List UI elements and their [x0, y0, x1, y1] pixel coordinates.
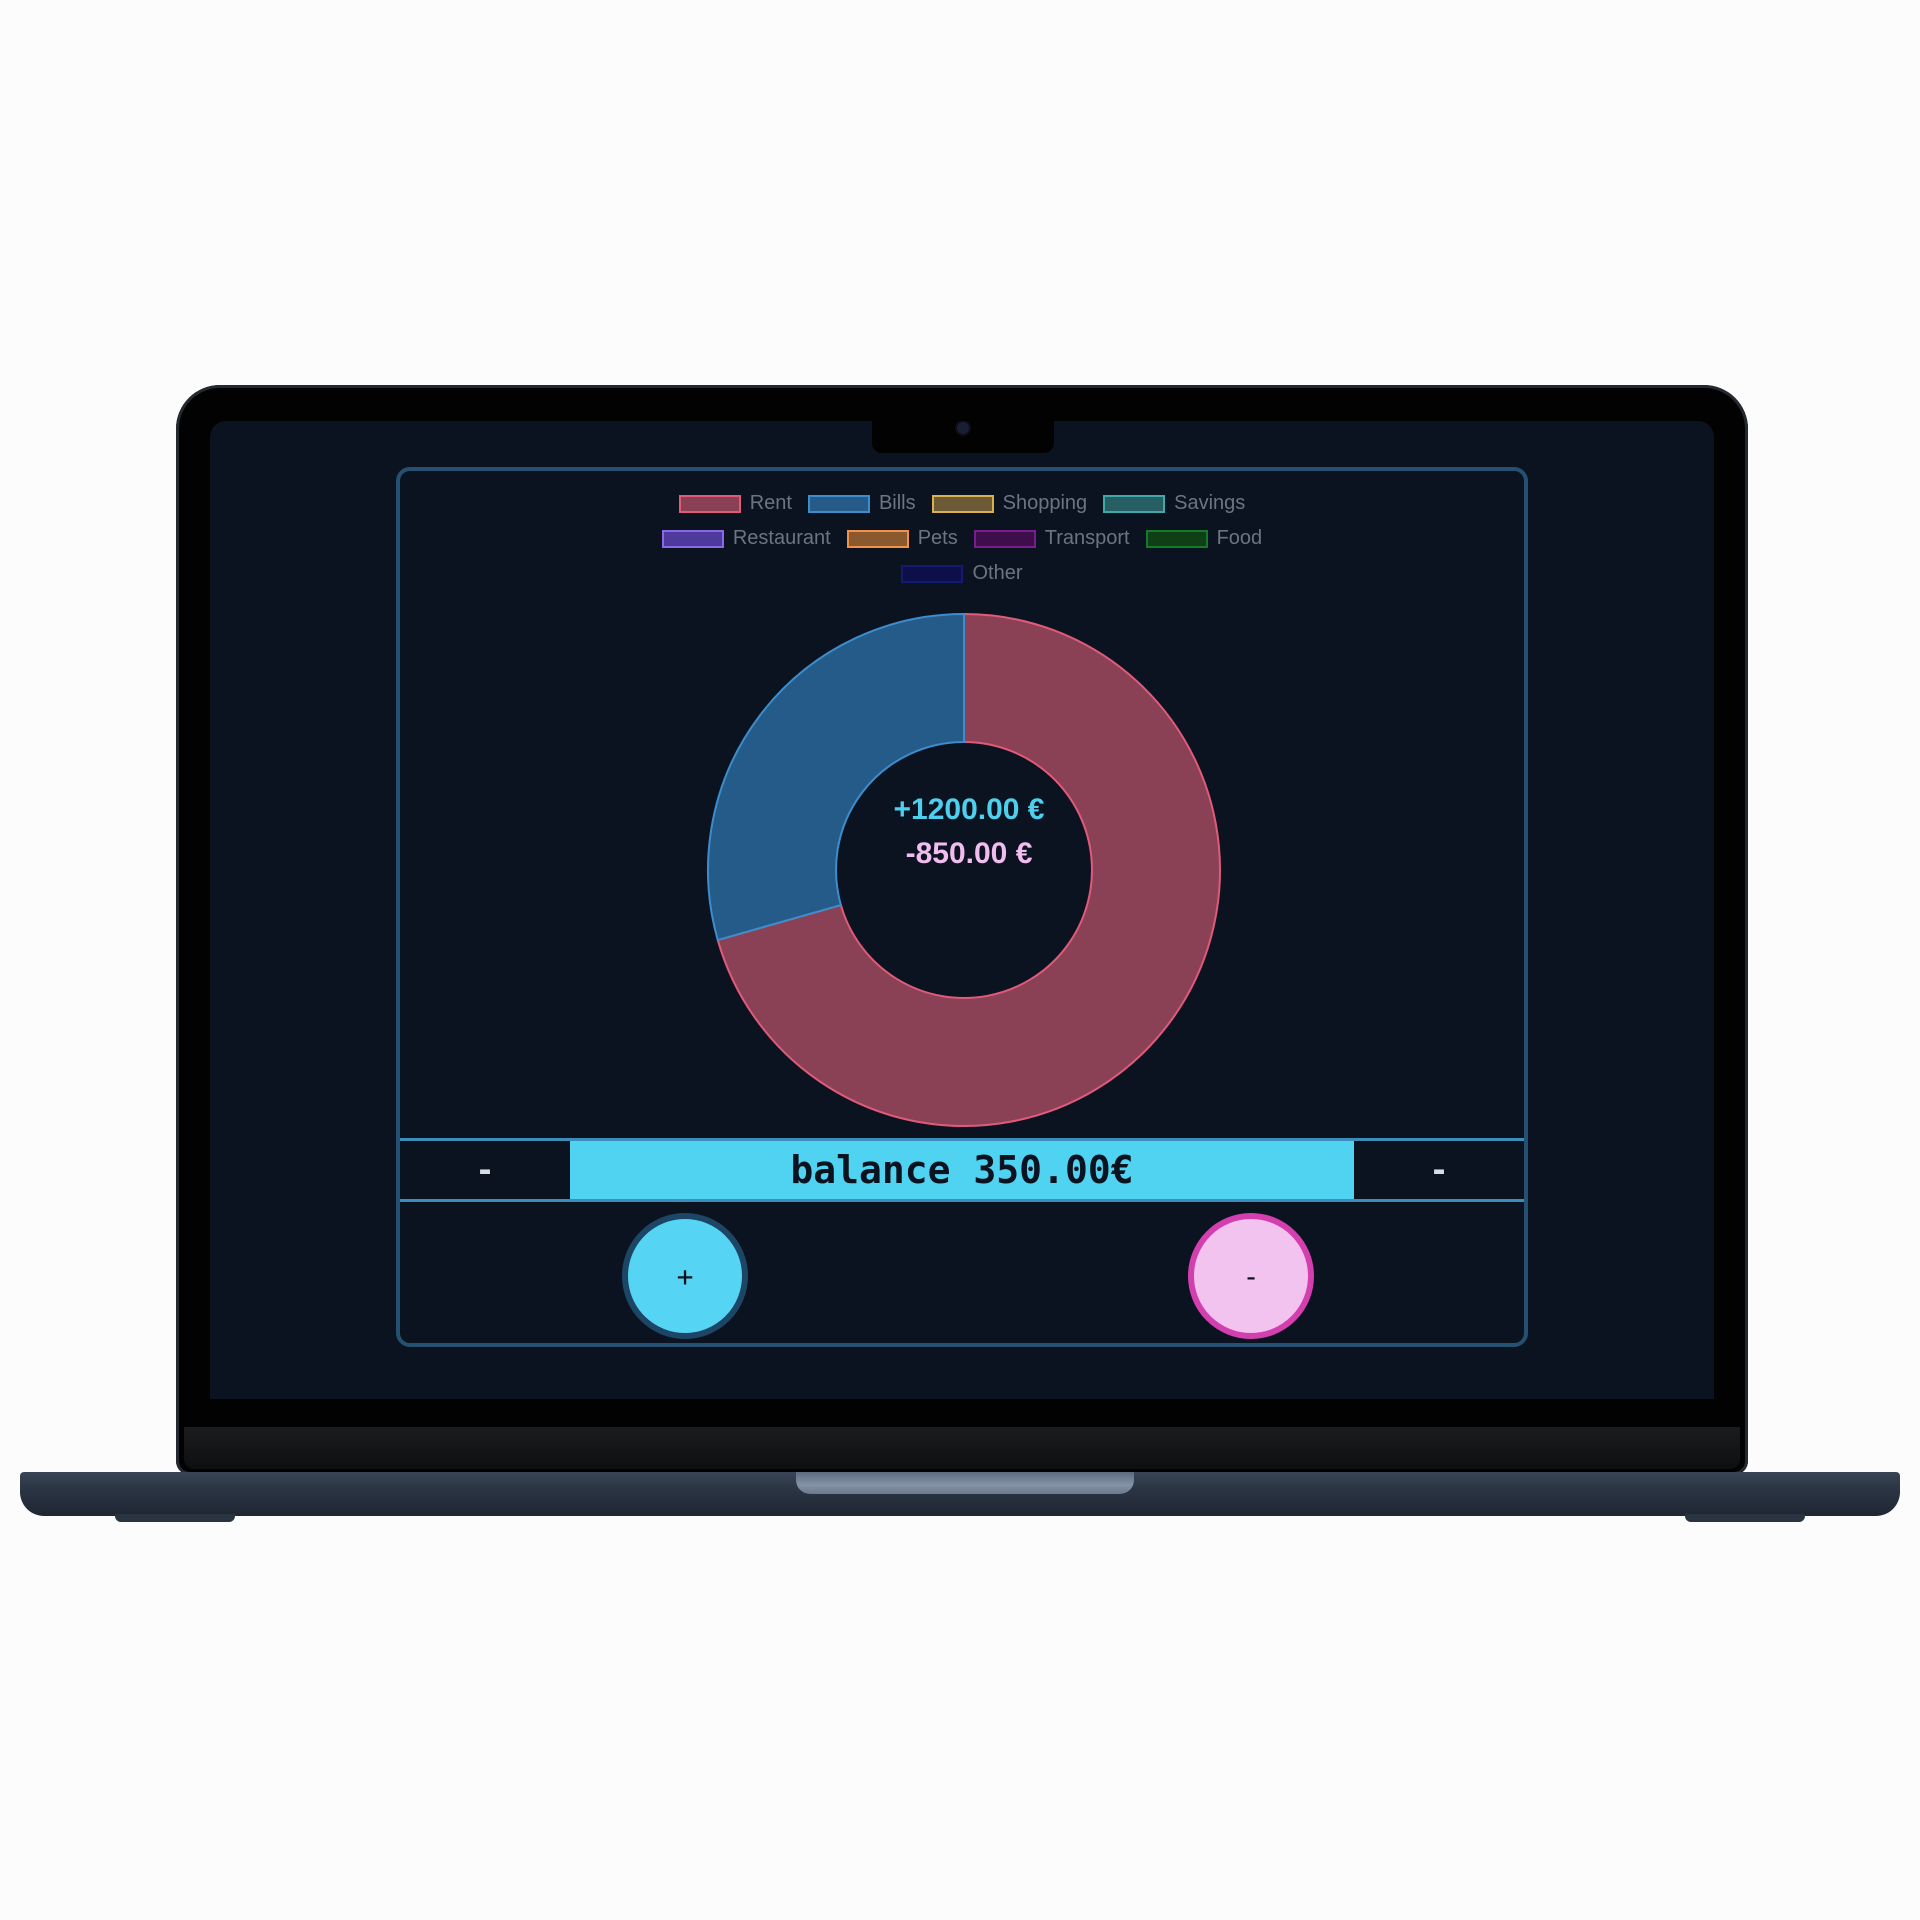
legend-label: Pets — [917, 527, 958, 549]
laptop-base — [20, 1472, 1900, 1516]
legend-item-savings[interactable]: Savings — [1103, 492, 1245, 515]
legend-swatch — [678, 494, 741, 513]
legend-swatch — [661, 529, 724, 548]
next-button[interactable]: - — [1354, 1141, 1524, 1199]
legend-label: Shopping — [1002, 492, 1088, 514]
laptop-foot — [1685, 1514, 1805, 1522]
donut-slice-bills[interactable] — [707, 612, 965, 942]
income-total: +1200.00 € — [893, 793, 1045, 826]
opening-groove — [796, 1472, 1134, 1494]
legend-item-transport[interactable]: Transport — [973, 527, 1130, 550]
laptop-lid: Rent Bills Shopping Savings Restaurant P… — [176, 385, 1748, 1475]
legend-item-food[interactable]: Food — [1145, 527, 1263, 550]
camera-icon — [957, 422, 969, 434]
legend-item-pets[interactable]: Pets — [846, 527, 958, 550]
screen: Rent Bills Shopping Savings Restaurant P… — [210, 421, 1714, 1399]
legend-item-shopping[interactable]: Shopping — [931, 492, 1088, 515]
add-expense-button[interactable]: - — [1188, 1213, 1314, 1339]
balance-display: balance 350.00€ — [570, 1141, 1354, 1199]
chart-legend: Rent Bills Shopping Savings Restaurant P… — [400, 491, 1524, 586]
legend-item-bills[interactable]: Bills — [807, 492, 916, 515]
legend-label: Other — [972, 562, 1023, 584]
legend-swatch — [1103, 494, 1166, 513]
legend-item-rent[interactable]: Rent — [678, 492, 792, 515]
legend-label: Rent — [749, 492, 792, 514]
legend-swatch — [807, 494, 870, 513]
legend-swatch — [1145, 529, 1208, 548]
legend-label: Savings — [1174, 492, 1246, 514]
legend-label: Bills — [878, 492, 916, 514]
legend-label: Food — [1216, 527, 1263, 549]
donut-summary: +1200.00 € -850.00 € — [810, 788, 1128, 876]
legend-label: Transport — [1044, 527, 1130, 549]
legend-swatch — [931, 494, 994, 513]
laptop-foot — [115, 1514, 235, 1522]
legend-label: Restaurant — [732, 527, 831, 549]
legend-item-other[interactable]: Other — [901, 562, 1023, 585]
legend-swatch — [973, 529, 1036, 548]
legend-item-restaurant[interactable]: Restaurant — [661, 527, 831, 550]
balance-bar: - balance 350.00€ - — [400, 1138, 1524, 1202]
legend-row: Other — [901, 561, 1023, 586]
legend-row: Restaurant Pets Transport Food — [661, 526, 1263, 551]
legend-row: Rent Bills Shopping Savings — [678, 491, 1245, 516]
legend-swatch — [901, 564, 964, 583]
expense-total: -850.00 € — [905, 837, 1033, 870]
laptop-chin — [184, 1427, 1740, 1469]
budget-app: Rent Bills Shopping Savings Restaurant P… — [396, 467, 1528, 1347]
add-income-button[interactable]: + — [622, 1213, 748, 1339]
legend-swatch — [846, 529, 909, 548]
notch — [872, 421, 1054, 453]
prev-button[interactable]: - — [400, 1141, 570, 1199]
